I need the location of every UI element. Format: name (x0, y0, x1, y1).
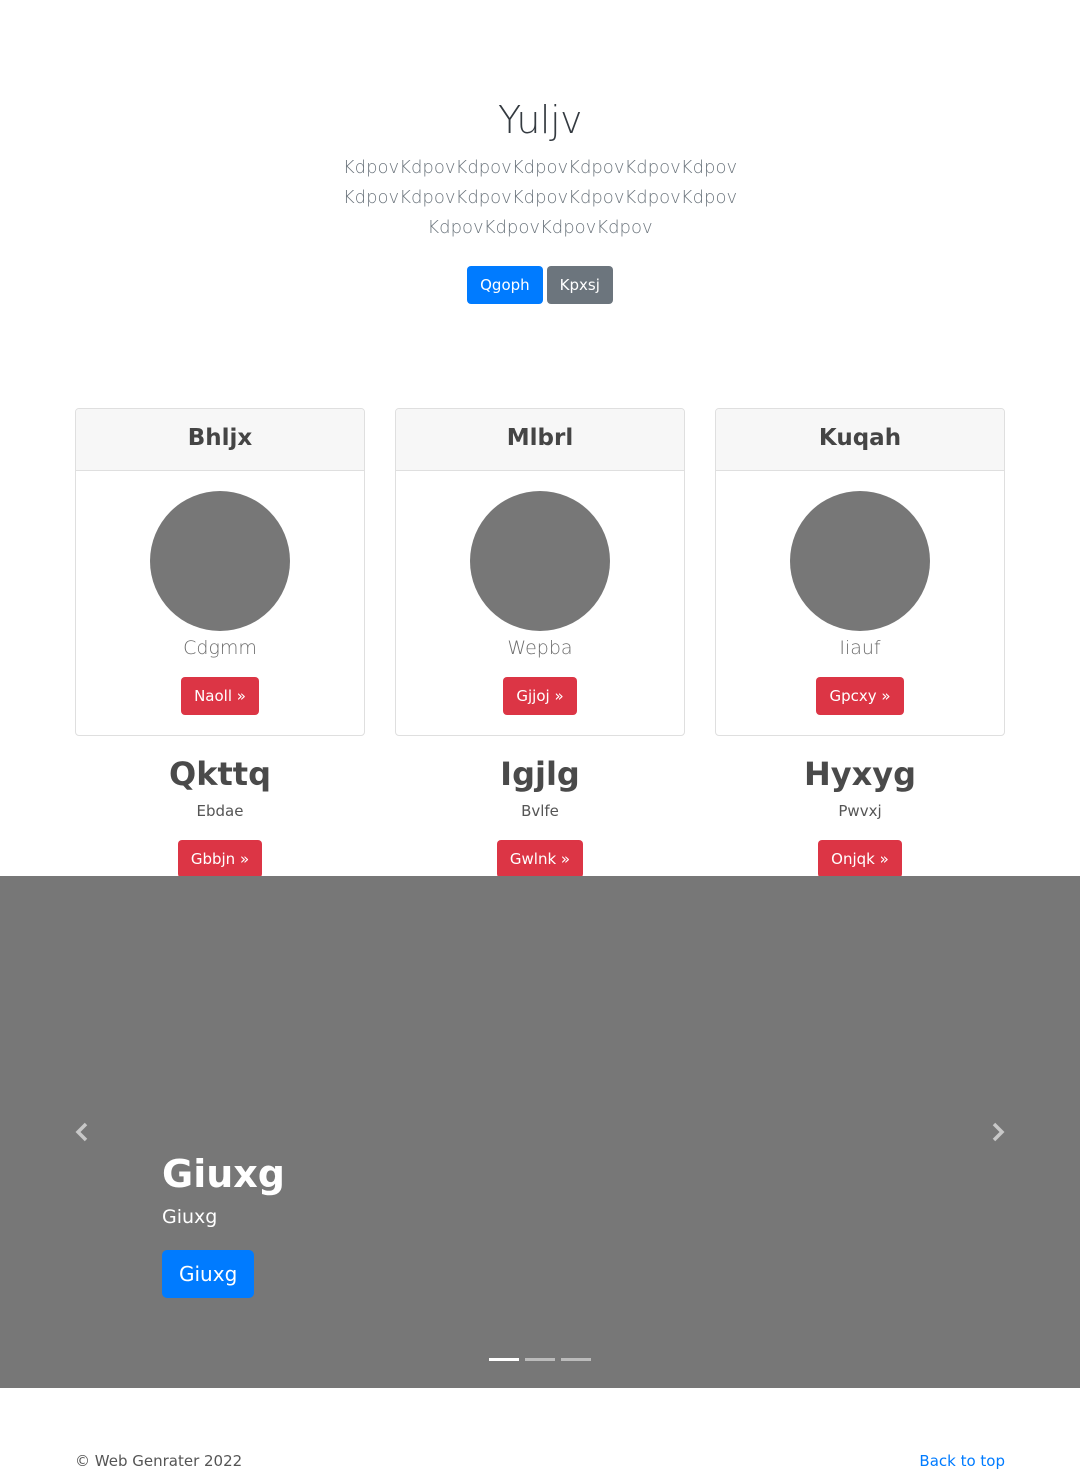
carousel-caption: Giuxg Giuxg Giuxg (162, 1148, 285, 1298)
card-name: Wepba (507, 637, 573, 659)
feature-title: Qkttq (169, 755, 271, 793)
hero-primary-button[interactable]: Qgoph (467, 266, 543, 304)
carousel-prev-button[interactable] (72, 1116, 92, 1148)
footer: © Web Genrater 2022 Back to top (75, 1452, 1005, 1476)
carousel-next-button[interactable] (988, 1116, 1008, 1148)
feature-title: Igjlg (500, 755, 580, 793)
profile-card-3: Kuqah Iiauf Gpcxy » (715, 408, 1005, 736)
feature-subtitle: Pwvxj (838, 802, 882, 820)
hero-button-group: Qgoph Kpxsj (0, 266, 1080, 304)
carousel-text: Giuxg (162, 1206, 218, 1228)
feature-column-1: Qkttq Ebdae Gbbjn » (75, 752, 365, 878)
avatar (470, 491, 610, 631)
card-header: Mlbrl (396, 409, 684, 471)
footer-copyright: © Web Genrater 2022 (75, 1452, 243, 1470)
card-header: Kuqah (716, 409, 1004, 471)
carousel-indicator-3[interactable] (561, 1358, 591, 1361)
feature-button-1[interactable]: Gbbjn » (177, 840, 263, 878)
card-button-1[interactable]: Naoll » (181, 677, 259, 715)
hero-secondary-button[interactable]: Kpxsj (546, 266, 613, 304)
feature-column-3: Hyxyg Pwvxj Onjqk » (715, 752, 1005, 878)
back-to-top-link[interactable]: Back to top (919, 1452, 1005, 1470)
carousel-indicator-2[interactable] (525, 1358, 555, 1361)
chevron-left-icon (75, 1122, 88, 1142)
carousel-indicators (0, 1358, 1080, 1361)
feature-subtitle: Bvlfe (521, 802, 559, 820)
feature-column-2: Igjlg Bvlfe Gwlnk » (395, 752, 685, 878)
hero-lead-text: KdpovKdpovKdpovKdpovKdpovKdpovKdpovKdpov… (342, 157, 738, 238)
feature-button-3[interactable]: Onjqk » (818, 840, 902, 878)
feature-subtitle: Ebdae (196, 802, 244, 820)
profile-card-2: Mlbrl Wepba Gjjoj » (395, 408, 685, 736)
profile-card-1: Bhljx Cdgmm Naoll » (75, 408, 365, 736)
avatar (150, 491, 290, 631)
card-button-2[interactable]: Gjjoj » (503, 677, 577, 715)
feature-title: Hyxyg (803, 755, 917, 793)
avatar (790, 491, 930, 631)
card-name: Cdgmm (183, 637, 257, 659)
carousel-title: Giuxg (162, 1152, 285, 1196)
chevron-right-icon (992, 1122, 1005, 1142)
feature-button-2[interactable]: Gwlnk » (496, 840, 584, 878)
hero-title: Yuljv (497, 98, 583, 142)
carousel-indicator-1[interactable] (489, 1358, 519, 1361)
card-header: Bhljx (76, 409, 364, 471)
card-button-3[interactable]: Gpcxy » (816, 677, 904, 715)
carousel-button[interactable]: Giuxg (162, 1250, 255, 1298)
carousel: Giuxg Giuxg Giuxg (0, 876, 1080, 1388)
card-name: Iiauf (839, 637, 881, 659)
